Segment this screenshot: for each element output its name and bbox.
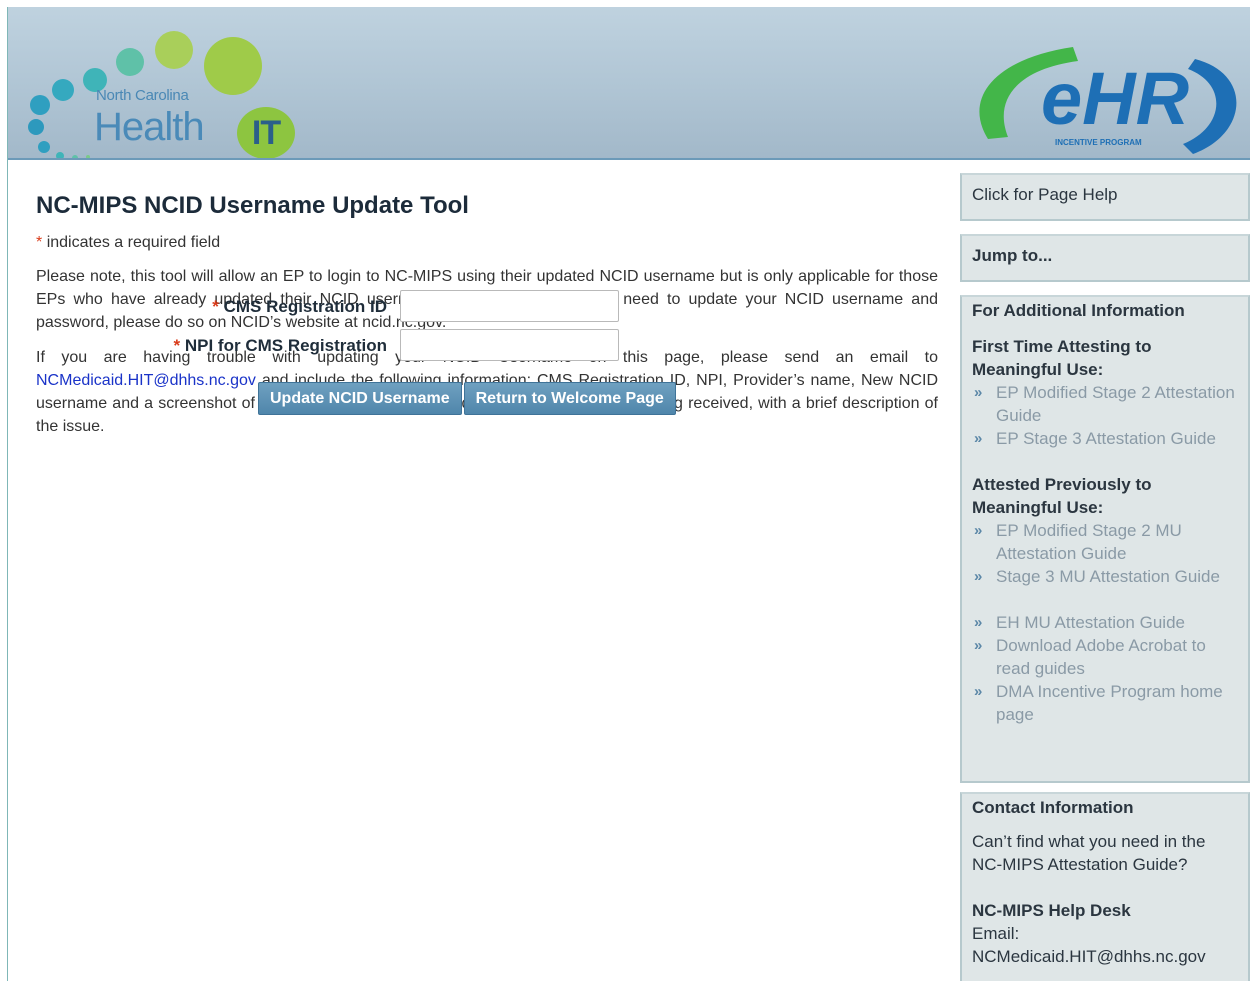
npi-label: * NPI for CMS Registration [174, 336, 387, 356]
other-links: » EH MU Attestation Guide » Download Adobe… [972, 611, 1238, 726]
double-chevron-icon: » [974, 430, 983, 447]
logo-dot [155, 31, 193, 69]
header-banner: North Carolina Health IT eHR INCENTIVE P… [8, 7, 1250, 160]
list-item[interactable]: » Stage 3 MU Attestation Guide [972, 565, 1238, 588]
ehr-logo-subtitle: INCENTIVE PROGRAM [1055, 138, 1142, 147]
attested-previously-heading: Attested Previously to Meaningful Use: [972, 475, 1152, 517]
list-item[interactable]: » DMA Incentive Program home page [972, 680, 1238, 726]
previous-links: » EP Modified Stage 2 MU Attestation Guid… [972, 519, 1238, 588]
download-adobe-link[interactable]: Download Adobe Acrobat to read guides [996, 636, 1206, 678]
list-item[interactable]: » Download Adobe Acrobat to read guides [972, 634, 1238, 680]
logo-dot [30, 95, 50, 115]
page-title: NC-MIPS NCID Username Update Tool [36, 192, 469, 219]
npi-input[interactable] [400, 329, 619, 361]
list-item[interactable]: » EP Modified Stage 2 Attestation Guide [972, 381, 1238, 427]
support-email-link[interactable]: NCMedicaid.HIT@dhhs.nc.gov [36, 372, 256, 389]
form-buttons: Update NCID Username Return to Welcome Pa… [258, 382, 678, 415]
ehr-logo-blue-swoosh [1183, 59, 1237, 154]
contact-heading: Contact Information [972, 798, 1134, 817]
required-note-text: indicates a required field [46, 234, 221, 251]
logo-state-text: North Carolina [96, 87, 189, 104]
first-time-heading: First Time Attesting to Meaningful Use: [972, 337, 1152, 379]
ep-stage3-guide-link[interactable]: EP Stage 3 Attestation Guide [996, 429, 1216, 448]
return-to-welcome-button[interactable]: Return to Welcome Page [463, 382, 676, 415]
page: North Carolina Health IT eHR INCENTIVE P… [7, 7, 1250, 981]
double-chevron-icon: » [974, 522, 983, 539]
form-row-cms-id: * CMS Registration ID [36, 290, 938, 329]
list-item[interactable]: » EP Modified Stage 2 MU Attestation Guid… [972, 519, 1238, 565]
first-time-links: » EP Modified Stage 2 Attestation Guide »… [972, 381, 1238, 450]
required-star: * [212, 297, 219, 316]
double-chevron-icon: » [974, 614, 983, 631]
email-label: Email: [972, 924, 1020, 943]
header-divider [8, 158, 1250, 160]
logo-dot [52, 79, 74, 101]
double-chevron-icon: » [974, 637, 983, 654]
label-text: CMS Registration ID [223, 297, 387, 316]
required-field-note: * indicates a required field [36, 233, 938, 253]
logo-it-badge: IT [237, 107, 295, 159]
contact-text: Can’t find what you need in the NC-MIPS … [972, 832, 1206, 874]
update-ncid-username-button[interactable]: Update NCID Username [258, 382, 462, 415]
helpdesk-email[interactable]: NCMedicaid.HIT@dhhs.nc.gov [972, 945, 1238, 968]
stage3-mu-guide-link[interactable]: Stage 3 MU Attestation Guide [996, 567, 1220, 586]
required-star: * [36, 234, 43, 251]
helpdesk-heading: NC-MIPS Help Desk [972, 901, 1131, 920]
ehr-logo-text: eHR [1041, 57, 1189, 140]
logo-dot [38, 141, 50, 153]
cms-registration-id-label: * CMS Registration ID [212, 297, 387, 317]
list-item[interactable]: » EP Stage 3 Attestation Guide [972, 427, 1238, 450]
cms-registration-id-input[interactable] [400, 290, 619, 322]
label-text: NPI for CMS Registration [184, 336, 387, 355]
form-row-npi: * NPI for CMS Registration [36, 329, 938, 368]
logo-dot [116, 48, 144, 76]
dma-incentive-home-link[interactable]: DMA Incentive Program home page [996, 682, 1223, 724]
double-chevron-icon: » [974, 683, 983, 700]
page-help-link[interactable]: Click for Page Help [960, 173, 1250, 221]
list-item[interactable]: » EH MU Attestation Guide [972, 611, 1238, 634]
double-chevron-icon: » [974, 568, 983, 585]
contact-info-panel: Contact Information Can’t find what you … [960, 792, 1250, 981]
required-star: * [173, 336, 181, 355]
jump-to-menu[interactable]: Jump to... [960, 234, 1250, 282]
logo-dot [204, 37, 262, 95]
username-update-form: * CMS Registration ID * NPI for CMS Regi… [36, 290, 938, 415]
ehr-incentive-logo: eHR INCENTIVE PROGRAM [979, 47, 1237, 154]
ep-modified-stage2-guide-link[interactable]: EP Modified Stage 2 Attestation Guide [996, 383, 1235, 425]
additional-info-panel: For Additional Information First Time At… [960, 295, 1250, 783]
logo-dot [28, 119, 44, 135]
ep-modified-stage2-mu-guide-link[interactable]: EP Modified Stage 2 MU Attestation Guide [996, 521, 1182, 563]
eh-mu-guide-link[interactable]: EH MU Attestation Guide [996, 613, 1185, 632]
additional-info-heading: For Additional Information [972, 301, 1185, 320]
logo-health-text: Health [94, 105, 205, 149]
double-chevron-icon: » [974, 384, 983, 401]
